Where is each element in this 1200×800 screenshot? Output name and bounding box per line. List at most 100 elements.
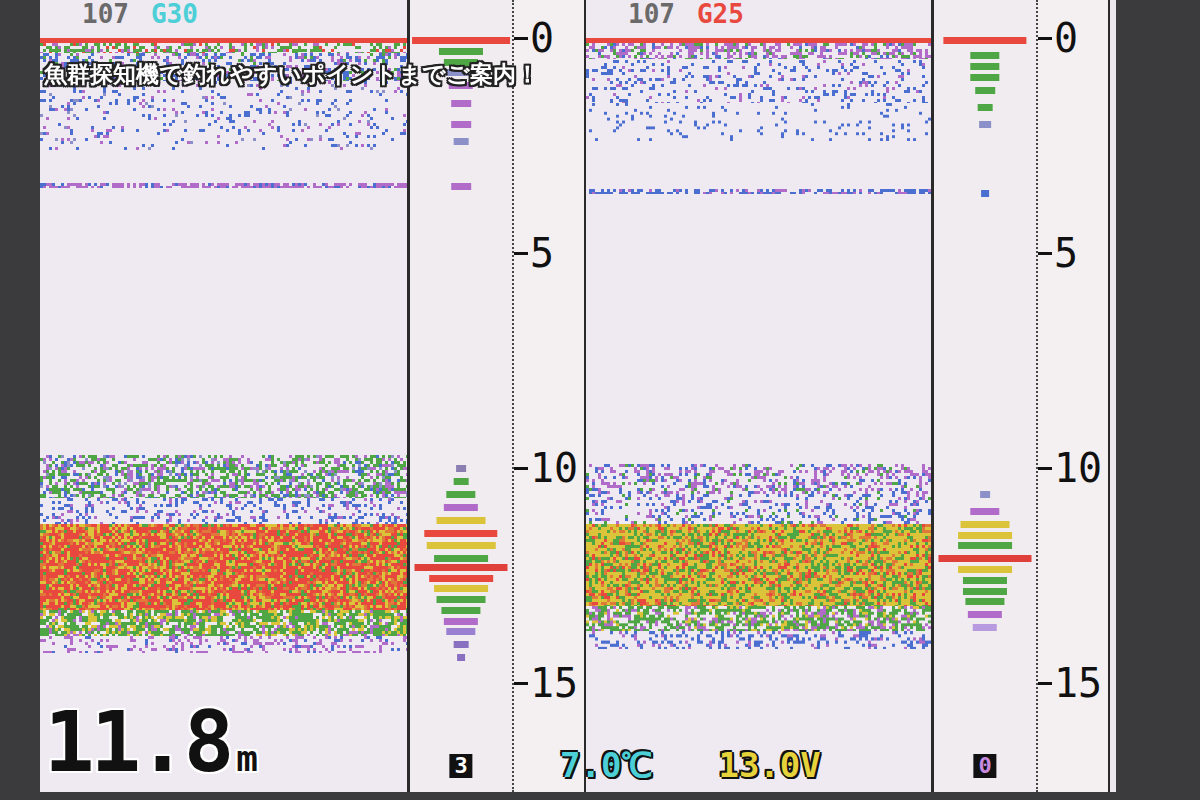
echo-texture	[586, 464, 931, 494]
strip-bar	[437, 596, 486, 603]
depth-unit: m	[236, 738, 258, 779]
tick-label: 0	[528, 16, 554, 60]
strip-bar	[454, 478, 469, 485]
zoom-strip: 3	[410, 0, 514, 792]
strip-bar	[454, 138, 469, 145]
echo-texture	[586, 606, 931, 632]
echo-texture	[40, 498, 407, 524]
echo-layer	[586, 631, 931, 648]
echo-view: 107 G30 11.8m	[40, 0, 410, 792]
scale-tick: 10	[514, 446, 578, 490]
strip-bar	[958, 542, 1012, 549]
depth-scale: 0 5 10 15	[514, 0, 586, 792]
tick-mark	[514, 467, 528, 470]
tick-mark	[514, 682, 528, 685]
echo-layer	[586, 464, 931, 494]
echo-layer	[586, 189, 931, 194]
echo-texture	[40, 183, 407, 188]
echo-layer	[586, 103, 931, 142]
echo-layer	[586, 524, 931, 606]
strip-bar	[446, 491, 475, 498]
strip-bar	[414, 564, 507, 571]
echo-texture	[40, 81, 407, 150]
echo-texture	[586, 631, 931, 648]
strip-bar	[434, 555, 488, 562]
strip-bar	[961, 521, 1010, 528]
echo-texture	[586, 103, 931, 142]
voltage: 13.0V	[718, 746, 820, 784]
tick-mark	[1038, 682, 1052, 685]
echo-texture	[586, 494, 931, 524]
strip-bar	[444, 504, 478, 511]
echo-layer	[40, 498, 407, 524]
tick-label: 15	[1052, 661, 1102, 705]
depth-value: 11.8	[44, 693, 230, 791]
strip-bar	[446, 628, 475, 635]
echo-texture	[40, 43, 407, 53]
gain-label: G30	[151, 0, 198, 29]
scale-tick: 5	[514, 231, 554, 275]
counter-box: 3	[449, 754, 472, 778]
tick-mark	[1038, 37, 1052, 40]
strip-bar	[958, 532, 1012, 539]
strip-bar	[439, 48, 483, 55]
strip-bar	[412, 37, 510, 44]
echo-texture	[40, 455, 407, 498]
echo-layer	[40, 43, 407, 53]
strip-bar	[451, 183, 471, 190]
caption-text: 魚群探知機で釣れやすいポイントまでご案内！	[44, 58, 539, 90]
sonar-panel: 107 G30 11.8m 3 0 5 10 15	[40, 0, 586, 792]
strip-bar	[968, 611, 1002, 618]
echo-layer	[40, 524, 407, 610]
echo-texture	[40, 524, 407, 610]
tick-label: 5	[1052, 231, 1078, 275]
strip-bar	[975, 87, 995, 94]
strip-bar	[437, 517, 486, 524]
strip-bar	[970, 52, 999, 59]
counter-box: 0	[973, 754, 996, 778]
strip-bar	[979, 121, 991, 128]
water-temp: 7.0℃	[560, 746, 652, 784]
scale-tick: 0	[514, 16, 554, 60]
echo-layer	[40, 81, 407, 150]
echo-layer	[586, 60, 931, 103]
gain-label: G25	[697, 0, 744, 29]
strip-bar	[938, 555, 1031, 562]
scale-tick: 15	[1038, 661, 1102, 705]
strip-bar	[970, 508, 999, 515]
scale-tick: 0	[1038, 16, 1078, 60]
echo-layer	[586, 494, 931, 524]
scale-tick: 10	[1038, 446, 1102, 490]
echo-texture	[586, 189, 931, 194]
tick-mark	[1038, 467, 1052, 470]
strip-bar	[451, 100, 471, 107]
channel-label: 107	[82, 0, 129, 29]
echo-texture	[40, 636, 407, 653]
strip-bar	[981, 190, 989, 197]
strip-bar	[963, 577, 1007, 584]
echo-view: 107 G25	[586, 0, 934, 792]
depth-scale: 0 5 10 15	[1038, 0, 1110, 792]
echo-layer	[40, 183, 407, 188]
tick-label: 0	[1052, 16, 1078, 60]
strip-bar	[451, 121, 471, 128]
zoom-strip: 0	[934, 0, 1038, 792]
strip-bar	[963, 588, 1007, 595]
channel-label: 107	[628, 0, 675, 29]
strip-bar	[978, 104, 993, 111]
echo-texture	[586, 524, 931, 606]
strip-bar	[970, 63, 999, 70]
echo-layer	[586, 43, 931, 59]
fish-finder-bezel: 魚群探知機で釣れやすいポイントまでご案内！107G3011.8m30510151…	[0, 0, 1200, 800]
channel-header: 107 G30	[82, 0, 198, 30]
status-readouts: 7.0℃ 13.0V	[560, 746, 821, 784]
tick-label: 15	[528, 661, 578, 705]
strip-bar	[965, 598, 1004, 605]
strip-bar	[457, 654, 465, 661]
strip-bar	[943, 37, 1026, 44]
tick-mark	[514, 252, 528, 255]
strip-bar	[434, 585, 488, 592]
echo-texture	[586, 43, 931, 59]
scale-tick: 15	[514, 661, 578, 705]
strip-bar	[454, 641, 469, 648]
